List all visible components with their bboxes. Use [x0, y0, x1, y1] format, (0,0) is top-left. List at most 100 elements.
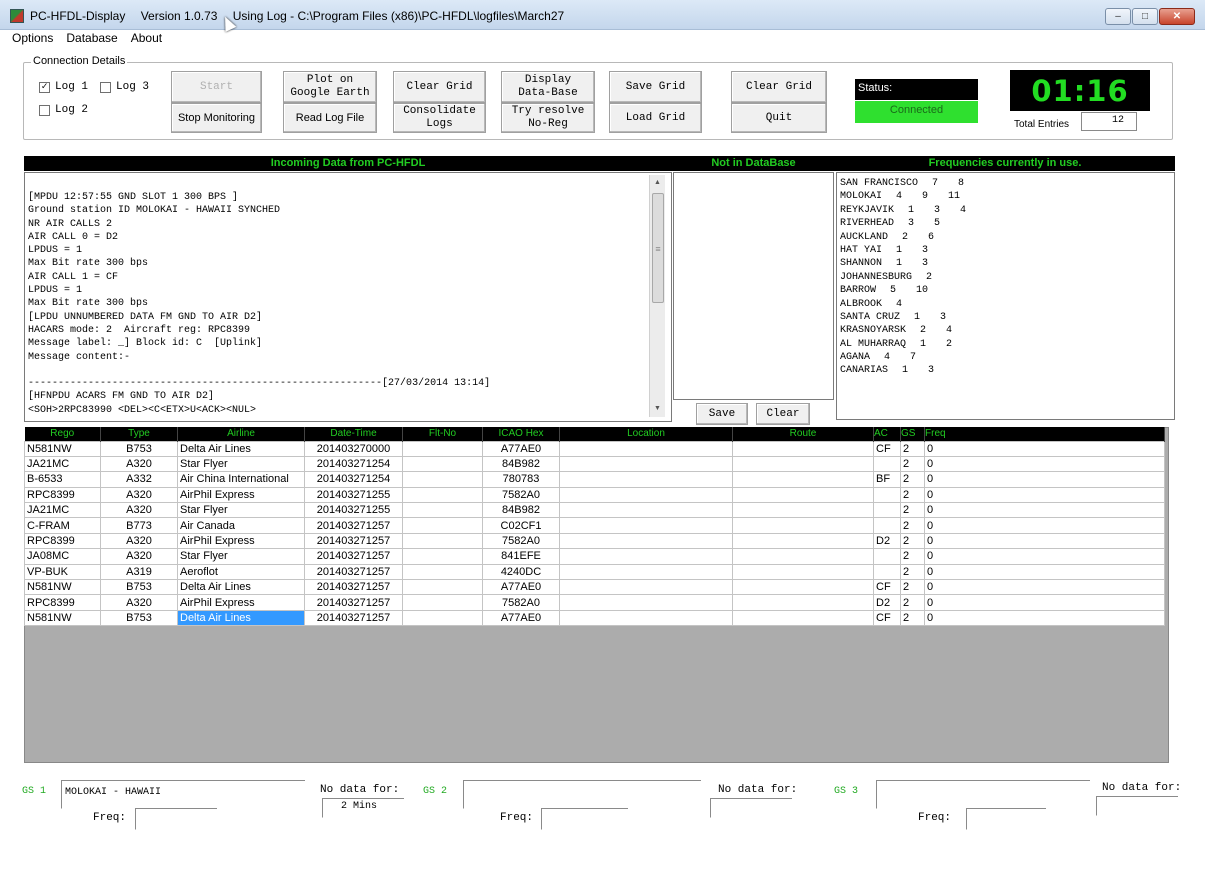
scroll-up-icon[interactable]: ▲ [650, 175, 665, 191]
table-cell[interactable]: B753 [100, 579, 178, 596]
table-cell[interactable]: A320 [100, 486, 178, 504]
table-cell[interactable]: 201403271257 [304, 594, 403, 611]
table-cell[interactable] [732, 609, 874, 627]
table-cell[interactable]: 0 [924, 486, 1165, 504]
table-cell[interactable]: 201403271257 [304, 609, 403, 627]
table-cell[interactable]: Delta Air Lines [177, 440, 305, 457]
display-database-button[interactable]: Display Data-Base [501, 71, 595, 103]
table-cell[interactable]: RPC8399 [24, 486, 101, 504]
table-cell[interactable]: 84B982 [482, 455, 560, 473]
table-cell[interactable] [402, 579, 483, 596]
scroll-down-icon[interactable]: ▼ [650, 401, 665, 417]
table-cell[interactable] [559, 548, 733, 565]
table-cell[interactable]: 0 [924, 609, 1165, 627]
table-cell[interactable] [732, 502, 874, 519]
column-header[interactable]: Date-Time [304, 427, 403, 441]
start-button[interactable]: Start [171, 71, 262, 103]
table-cell[interactable]: A77AE0 [482, 440, 560, 457]
column-header[interactable]: Type [100, 427, 178, 441]
scroll-thumb[interactable]: ≡ [652, 193, 664, 303]
quit-button[interactable]: Quit [731, 103, 827, 133]
table-cell[interactable]: CF [873, 440, 901, 457]
table-cell[interactable] [732, 440, 874, 457]
table-cell[interactable]: Star Flyer [177, 548, 305, 565]
table-cell[interactable]: Star Flyer [177, 502, 305, 519]
column-header[interactable]: AC [873, 427, 901, 441]
table-cell[interactable] [873, 455, 901, 473]
table-cell[interactable] [559, 563, 733, 581]
column-header[interactable]: Route [732, 427, 874, 441]
table-cell[interactable]: 7582A0 [482, 594, 560, 611]
table-cell[interactable]: D2 [873, 594, 901, 611]
table-row[interactable]: JA21MC A320 Star Flyer 201403271254 84B982 2 0 [24, 455, 1165, 473]
table-cell[interactable]: 2 [900, 609, 925, 627]
table-cell[interactable] [873, 486, 901, 504]
table-cell[interactable]: 201403271254 [304, 471, 403, 488]
table-cell[interactable]: 201403271257 [304, 517, 403, 534]
table-cell[interactable]: A320 [100, 594, 178, 611]
table-cell[interactable] [402, 502, 483, 519]
table-cell[interactable]: 841EFE [482, 548, 560, 565]
table-cell[interactable] [732, 532, 874, 550]
column-header[interactable]: Flt-No [402, 427, 483, 441]
table-cell[interactable] [873, 563, 901, 581]
table-cell[interactable]: 2 [900, 440, 925, 457]
table-cell[interactable]: 2 [900, 471, 925, 488]
table-cell[interactable]: 0 [924, 455, 1165, 473]
table-cell[interactable]: 4240DC [482, 563, 560, 581]
table-row[interactable]: RPC8399 A320 AirPhil Express 201403271255 75… [24, 486, 1165, 504]
table-cell[interactable]: 2 [900, 455, 925, 473]
table-cell[interactable] [402, 455, 483, 473]
menu-about[interactable]: About [129, 31, 164, 47]
table-cell[interactable]: Air China International [177, 471, 305, 488]
table-cell[interactable]: B773 [100, 517, 178, 534]
table-cell[interactable]: A320 [100, 548, 178, 565]
table-cell[interactable] [559, 532, 733, 550]
table-cell[interactable]: JA21MC [24, 502, 101, 519]
consolidate-logs-button[interactable]: Consolidate Logs [393, 103, 486, 133]
table-cell[interactable]: 2 [900, 486, 925, 504]
table-cell[interactable]: 780783 [482, 471, 560, 488]
table-cell[interactable] [559, 594, 733, 611]
table-cell[interactable]: C02CF1 [482, 517, 560, 534]
table-cell[interactable] [732, 594, 874, 611]
table-cell[interactable]: AirPhil Express [177, 486, 305, 504]
table-cell[interactable]: A332 [100, 471, 178, 488]
table-cell[interactable] [402, 532, 483, 550]
table-cell[interactable]: 2 [900, 517, 925, 534]
table-cell[interactable] [402, 486, 483, 504]
table-cell[interactable]: VP-BUK [24, 563, 101, 581]
incoming-data-panel[interactable]: [MPDU 12:57:55 GND SLOT 1 300 BPS ] Grou… [24, 172, 672, 422]
log1-checkbox[interactable]: ✓ Log 1 [39, 81, 88, 93]
table-row[interactable]: JA08MC A320 Star Flyer 201403271257 841EFE 2 0 [24, 548, 1165, 565]
table-cell[interactable]: 7582A0 [482, 486, 560, 504]
table-cell[interactable]: 2 [900, 548, 925, 565]
table-row[interactable]: B-6533 A332 Air China International 2014032… [24, 471, 1165, 488]
load-grid-button[interactable]: Load Grid [609, 103, 702, 133]
table-cell[interactable]: Delta Air Lines [177, 579, 305, 596]
table-cell[interactable] [559, 579, 733, 596]
table-cell[interactable] [559, 471, 733, 488]
table-cell[interactable]: 0 [924, 579, 1165, 596]
table-cell[interactable]: 0 [924, 594, 1165, 611]
table-cell[interactable]: N581NW [24, 579, 101, 596]
table-cell[interactable]: 0 [924, 471, 1165, 488]
table-cell[interactable] [732, 579, 874, 596]
table-cell[interactable] [732, 548, 874, 565]
table-cell[interactable]: Delta Air Lines [177, 609, 305, 627]
table-cell[interactable]: 201403271255 [304, 502, 403, 519]
table-cell[interactable]: 0 [924, 532, 1165, 550]
table-cell[interactable]: 84B982 [482, 502, 560, 519]
table-cell[interactable] [873, 517, 901, 534]
table-cell[interactable]: 201403271257 [304, 563, 403, 581]
plot-google-earth-button[interactable]: Plot on Google Earth [283, 71, 377, 103]
table-cell[interactable] [873, 548, 901, 565]
table-cell[interactable]: 0 [924, 517, 1165, 534]
log3-checkbox[interactable]: Log 3 [100, 81, 149, 93]
table-cell[interactable]: AirPhil Express [177, 532, 305, 550]
table-cell[interactable]: B-6533 [24, 471, 101, 488]
table-cell[interactable] [559, 517, 733, 534]
table-row[interactable]: C-FRAM B773 Air Canada 201403271257 C02CF1 2 0 [24, 517, 1165, 534]
clear-grid-button-2[interactable]: Clear Grid [731, 71, 827, 103]
save-button[interactable]: Save [696, 403, 748, 425]
